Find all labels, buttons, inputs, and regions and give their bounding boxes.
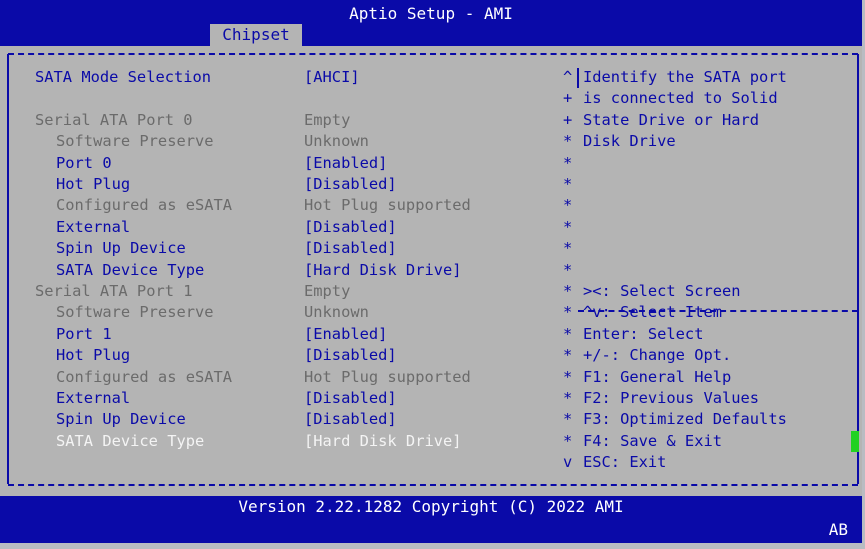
frame-top-border	[8, 53, 858, 55]
setting-value: Hot Plug supported	[304, 367, 471, 386]
setting-label: Spin Up Device	[56, 410, 186, 429]
scroll-marker: *	[563, 217, 573, 236]
scroll-marker: +	[563, 110, 573, 129]
scroll-marker: v	[563, 453, 573, 472]
setting-value[interactable]: [Disabled]	[304, 174, 397, 195]
setting-value[interactable]: [Enabled]	[304, 324, 387, 345]
help-text-line: Identify the SATA port	[583, 68, 787, 86]
help-text-line: State Drive or Hard	[583, 110, 760, 129]
scroll-marker: *	[563, 431, 573, 450]
setting-value: Empty	[304, 110, 351, 129]
scroll-marker: *	[563, 303, 573, 322]
scroll-marker: *	[563, 367, 573, 386]
setting-value[interactable]: [Disabled]	[304, 238, 397, 259]
setting-label: SATA Mode Selection	[35, 68, 212, 86]
setting-label: Software Preserve	[56, 303, 214, 322]
frame-left-border	[7, 54, 9, 484]
setting-label: SATA Device Type	[56, 431, 205, 450]
setting-value[interactable]: [Disabled]	[304, 345, 397, 366]
setting-label: Serial ATA Port 0	[35, 110, 193, 129]
setting-label: Port 1	[56, 324, 112, 343]
setting-label: Software Preserve	[56, 132, 214, 151]
scroll-marker: ^	[563, 68, 573, 86]
scroll-marker: *	[563, 282, 573, 300]
scrollbar-thumb[interactable]	[851, 431, 859, 452]
scroll-marker: *	[563, 346, 573, 365]
setting-value[interactable]: [Disabled]	[304, 217, 397, 238]
setting-value: Unknown	[304, 132, 369, 151]
help-text-line: is connected to Solid	[583, 89, 778, 108]
frame-bottom-border	[8, 484, 858, 486]
scroll-marker: *	[563, 239, 573, 258]
key-legend-item: F4: Save & Exit	[583, 431, 722, 450]
setting-label: Configured as eSATA	[56, 367, 233, 386]
setting-value: Unknown	[304, 303, 369, 322]
scroll-marker: *	[563, 260, 573, 279]
window-title: Aptio Setup - AMI	[349, 4, 513, 23]
key-legend-item: ^v: Select Item	[583, 303, 722, 322]
version-footer: Version 2.22.1282 Copyright (C) 2022 AMI	[238, 497, 624, 516]
scroll-marker: *	[563, 324, 573, 343]
setting-value: Hot Plug supported	[304, 196, 471, 215]
setting-value[interactable]: [Disabled]	[304, 388, 397, 409]
setting-label: External	[56, 389, 131, 407]
key-legend-item: F3: Optimized Defaults	[583, 410, 787, 429]
setting-value[interactable]: [Enabled]	[304, 153, 387, 174]
setting-label: External	[56, 217, 131, 236]
setting-value[interactable]: [Hard Disk Drive]	[304, 260, 462, 281]
help-text-line: Disk Drive	[583, 132, 676, 151]
tab-chipset[interactable]: Chipset	[210, 24, 302, 46]
setting-label: Spin Up Device	[56, 239, 186, 258]
bios-screen: Aptio Setup - AMI Chipset SATA Mode Sele…	[0, 0, 862, 543]
key-legend-item: +/-: Change Opt.	[583, 346, 732, 365]
scroll-marker: *	[563, 196, 573, 215]
setting-label: Port 0	[56, 153, 112, 172]
setting-label: SATA Device Type	[56, 260, 205, 279]
setting-value[interactable]: [AHCI]	[304, 67, 360, 88]
key-legend-item: F2: Previous Values	[583, 389, 760, 407]
setting-label: Hot Plug	[56, 346, 131, 365]
setting-value[interactable]: [Disabled]	[304, 409, 397, 430]
corner-label: AB	[828, 520, 848, 539]
scroll-marker: +	[563, 89, 573, 108]
key-legend-item: ESC: Exit	[583, 453, 667, 472]
setting-label: Hot Plug	[56, 175, 131, 193]
key-legend-item: ><: Select Screen	[583, 282, 741, 300]
settings-panel: SATA Mode Selection [AHCI] Serial ATA Port…	[0, 46, 862, 496]
setting-label: Serial ATA Port 1	[35, 282, 193, 300]
scroll-marker: *	[563, 389, 573, 407]
key-legend-item: Enter: Select	[583, 324, 704, 343]
scroll-marker: *	[563, 175, 573, 193]
scroll-marker: *	[563, 410, 573, 429]
frame-right-border	[857, 54, 859, 484]
setting-value: Empty	[304, 282, 351, 300]
key-legend-item: F1: General Help	[583, 367, 732, 386]
setting-value[interactable]: [Hard Disk Drive]	[304, 431, 462, 452]
setting-label: Configured as eSATA	[56, 196, 233, 215]
scroll-marker: *	[563, 153, 573, 172]
scroll-marker: *	[563, 132, 573, 151]
help-separator	[577, 68, 579, 88]
